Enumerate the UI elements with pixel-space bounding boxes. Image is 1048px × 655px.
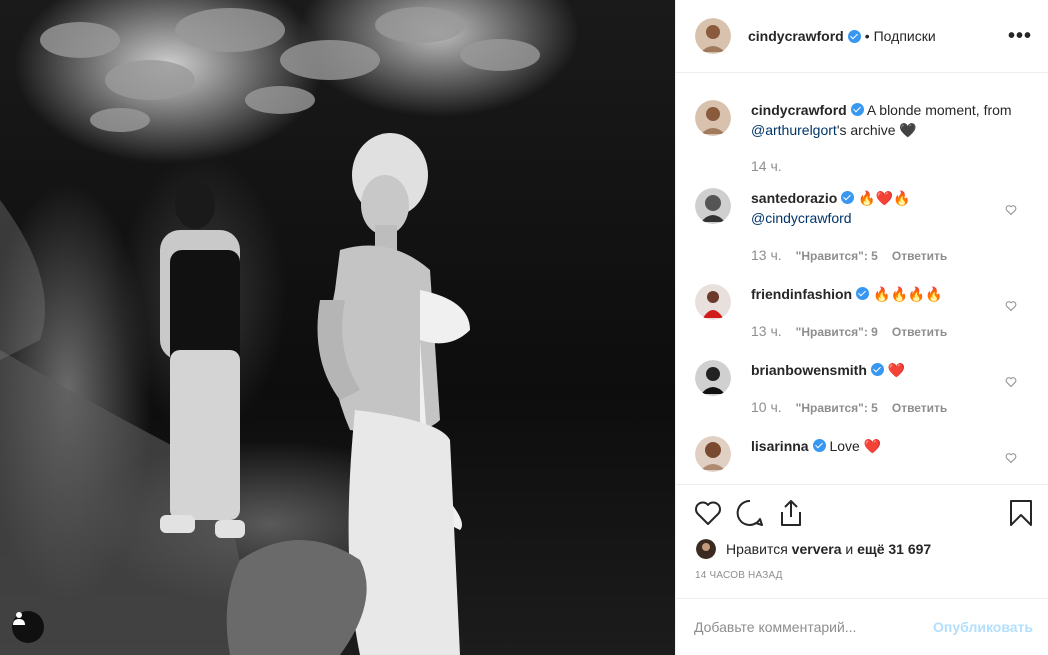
comment-input[interactable]: [694, 619, 934, 635]
verified-badge-icon: [856, 287, 870, 300]
verified-badge-icon: [847, 29, 861, 43]
caption-mention-link[interactable]: @arthurelgort: [751, 122, 837, 138]
like-comment-heart-icon[interactable]: [1005, 452, 1017, 464]
share-icon[interactable]: [778, 499, 804, 527]
comment-item: lisarinna Love ❤️: [676, 436, 1048, 472]
commenter-username[interactable]: lisarinna: [751, 438, 809, 454]
comment-item: santedorazio 🔥❤️🔥 @cindycrawford 13 ч. "Н…: [676, 188, 1048, 266]
comment-item: brianbowensmith ❤️ 10 ч. "Нравится": 5 Отв…: [676, 360, 1048, 418]
comment-text: 🔥🔥🔥🔥: [873, 286, 943, 302]
verified-badge-icon: [812, 439, 826, 452]
likes-middle: и: [845, 541, 854, 557]
caption-text-after: 's archive: [836, 122, 896, 138]
comment-text: Love ❤️: [829, 438, 882, 454]
following-button[interactable]: Подписки: [874, 28, 936, 44]
reply-button[interactable]: Ответить: [892, 325, 947, 339]
comment-time[interactable]: 13 ч.: [751, 247, 782, 263]
photo-illustration: [0, 7, 540, 655]
post-photo[interactable]: [0, 0, 675, 655]
comment-likes[interactable]: "Нравится": 5: [796, 401, 878, 415]
liker-username[interactable]: ververa: [792, 541, 842, 557]
comment-likes[interactable]: "Нравится": 5: [796, 249, 878, 263]
commenter-avatar[interactable]: [695, 284, 731, 320]
like-comment-heart-icon[interactable]: [1005, 300, 1017, 312]
commenter-avatar[interactable]: [695, 360, 731, 396]
comment-time[interactable]: 13 ч.: [751, 323, 782, 339]
verified-badge-icon: [841, 191, 855, 204]
author-avatar[interactable]: [695, 18, 731, 54]
add-comment-bar: Опубликовать: [676, 598, 1048, 655]
post-caption: cindycrawford A blonde moment, from @art…: [676, 100, 1048, 176]
like-comment-heart-icon[interactable]: [1005, 376, 1017, 388]
heart-icon[interactable]: [694, 500, 722, 526]
separator-dot: •: [864, 28, 870, 44]
likes-count-link[interactable]: ещё 31 697: [857, 541, 931, 557]
comment-item: friendinfashion 🔥🔥🔥🔥 13 ч. "Нравится": 9 О…: [676, 284, 1048, 342]
likes-summary: Нравится ververa и ещё 31 697: [676, 539, 1048, 559]
reply-button[interactable]: Ответить: [892, 401, 947, 415]
commenter-avatar[interactable]: [695, 188, 731, 224]
commenter-username[interactable]: santedorazio: [751, 190, 837, 206]
comment-text: ❤️: [887, 362, 906, 378]
post-sidebar: cindycrawford • Подписки ••• cindycrawfo…: [675, 0, 1048, 655]
liker-avatar[interactable]: [696, 539, 716, 559]
comment-mention-link[interactable]: @cindycrawford: [751, 210, 852, 226]
comments-list[interactable]: cindycrawford A blonde moment, from @art…: [676, 74, 1048, 484]
user-icon: [13, 612, 25, 625]
commenter-username[interactable]: brianbowensmith: [751, 362, 867, 378]
comment-time[interactable]: 10 ч.: [751, 399, 782, 415]
caption-avatar[interactable]: [695, 100, 731, 136]
post-actions: Нравится ververa и ещё 31 697 14 часов н…: [676, 484, 1048, 598]
comment-icon[interactable]: [736, 499, 764, 527]
verified-badge-icon: [850, 103, 864, 116]
comment-likes[interactable]: "Нравится": 9: [796, 325, 878, 339]
comment-text: 🔥❤️🔥: [858, 190, 911, 206]
post-header: cindycrawford • Подписки •••: [676, 0, 1048, 73]
commenter-avatar[interactable]: [695, 436, 731, 472]
caption-time[interactable]: 14 ч.: [751, 158, 782, 174]
publish-button[interactable]: Опубликовать: [933, 619, 1033, 635]
commenter-username[interactable]: friendinfashion: [751, 286, 852, 302]
verified-badge-icon: [870, 363, 884, 376]
bookmark-icon[interactable]: [1009, 499, 1033, 527]
caption-text: A blonde moment, from: [866, 102, 1012, 118]
reply-button[interactable]: Ответить: [892, 249, 947, 263]
like-comment-heart-icon[interactable]: [1005, 204, 1017, 216]
more-icon[interactable]: •••: [1008, 25, 1032, 48]
author-username[interactable]: cindycrawford: [748, 28, 844, 44]
black-heart-emoji: 🖤: [899, 122, 917, 138]
post-timestamp[interactable]: 14 часов назад: [676, 570, 1048, 581]
background-figure: [160, 181, 245, 538]
tagged-users-button[interactable]: [12, 611, 44, 643]
caption-username[interactable]: cindycrawford: [751, 102, 847, 118]
likes-prefix: Нравится: [726, 541, 788, 557]
